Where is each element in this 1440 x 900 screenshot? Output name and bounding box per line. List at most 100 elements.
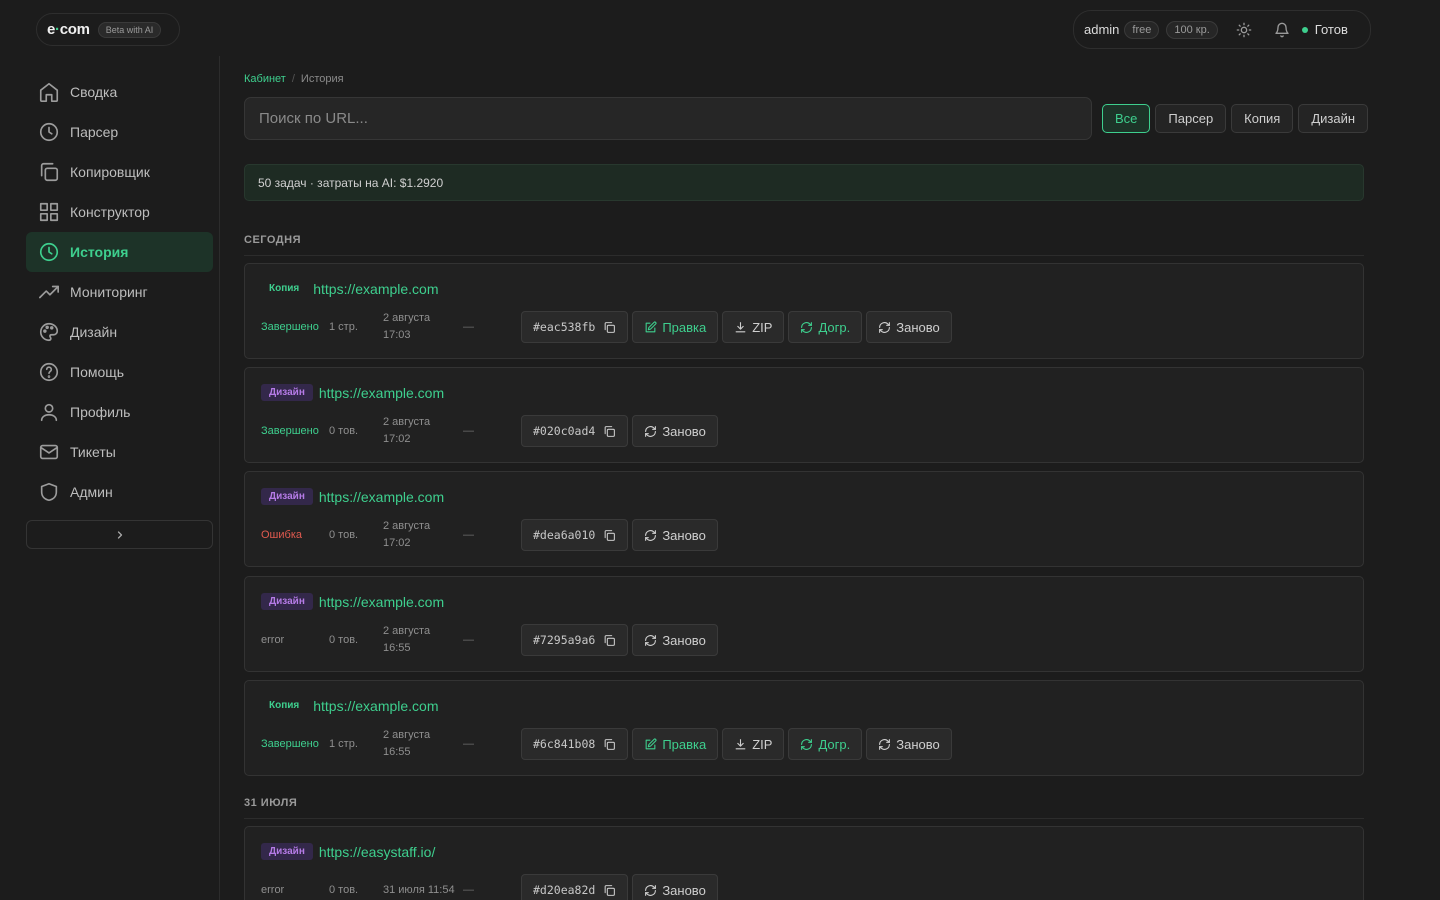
task-url-link[interactable]: https://easystaff.io/ — [319, 844, 435, 860]
sidebar-item-6[interactable]: Дизайн — [26, 312, 213, 352]
sidebar-item-8[interactable]: Профиль — [26, 392, 213, 432]
task-cost: — — [463, 529, 474, 541]
brand[interactable]: e·com Beta with AI — [36, 13, 180, 46]
grid-icon — [38, 201, 60, 223]
home-icon — [38, 81, 60, 103]
task-actions: #7295a9a6 Заново — [521, 624, 718, 656]
task-url-link[interactable]: https://example.com — [313, 698, 438, 714]
task-actions: #020c0ad4 Заново — [521, 415, 718, 447]
task-count: 0 тов. — [329, 529, 359, 541]
task-date: 2 августа — [383, 312, 431, 324]
download-icon — [734, 321, 747, 334]
zip-button[interactable]: ZIP — [722, 311, 785, 343]
sidebar-item-7[interactable]: Помощь — [26, 352, 213, 392]
retry-button[interactable]: Заново — [632, 415, 718, 447]
task-card: Дизайн https://example.com error 0 тов. … — [244, 576, 1364, 672]
retry-button[interactable]: Заново — [632, 624, 718, 656]
breadcrumb-separator: / — [291, 73, 295, 85]
task-datetime: 2 августа 17:03 — [383, 310, 463, 344]
sidebar-item-label: Копировщик — [70, 164, 150, 180]
summary-banner: 50 задач · затраты на AI: $1.2920 — [244, 164, 1364, 201]
plan-badge: free — [1124, 20, 1160, 39]
filter-button-3[interactable]: Дизайн — [1298, 104, 1369, 133]
task-url-link[interactable]: https://example.com — [319, 489, 444, 505]
task-hash: #eac538fb — [533, 320, 596, 334]
task-hash-button[interactable]: #dea6a010 — [521, 519, 629, 551]
search-input[interactable] — [244, 97, 1092, 140]
edit-button[interactable]: Правка — [632, 311, 719, 343]
task-url-link[interactable]: https://example.com — [319, 385, 444, 401]
sidebar-divider — [219, 56, 220, 900]
task-meta: Завершено 1 стр. 2 августа 17:03 — #eac53… — [261, 311, 952, 343]
retry-button[interactable]: Заново — [632, 874, 718, 900]
task-card: Дизайн https://example.com Ошибка 0 тов.… — [244, 471, 1364, 567]
task-type-badge: Дизайн — [261, 593, 313, 610]
copy-icon — [603, 884, 616, 897]
task-status: error — [261, 634, 285, 646]
beta-badge: Beta with AI — [97, 21, 162, 38]
copy-icon — [38, 161, 60, 183]
task-type-badge: Копия — [269, 700, 300, 711]
task-url-link[interactable]: https://example.com — [313, 281, 438, 297]
task-count: 1 стр. — [329, 738, 358, 750]
status-label: Готов — [1314, 22, 1348, 37]
breadcrumb-current: История — [300, 73, 344, 85]
sidebar-item-1[interactable]: Парсер — [26, 112, 213, 152]
task-meta: Ошибка 0 тов. 2 августа 17:02 — #dea6a010… — [261, 519, 718, 551]
sidebar-item-5[interactable]: Мониторинг — [26, 272, 213, 312]
task-cost: — — [463, 738, 474, 750]
task-datetime: 2 августа 17:02 — [383, 518, 463, 552]
edit-label: Правка — [662, 736, 707, 752]
edit-icon — [644, 320, 657, 334]
edit-button[interactable]: Правка — [632, 728, 719, 760]
task-hash-button[interactable]: #7295a9a6 — [521, 624, 629, 656]
user-icon — [38, 401, 60, 423]
task-header: Копия https://example.com — [261, 697, 439, 714]
task-hash-button[interactable]: #6c841b08 — [521, 728, 629, 760]
zip-button[interactable]: ZIP — [722, 728, 785, 760]
bell-icon[interactable] — [1274, 22, 1290, 38]
refresh-icon — [644, 634, 657, 647]
continue-button[interactable]: Догр. — [788, 728, 863, 760]
task-meta: Завершено 0 тов. 2 августа 17:02 — #020c0… — [261, 415, 718, 447]
breadcrumb-parent-link[interactable]: Кабинет — [244, 73, 286, 85]
copy-icon — [603, 738, 616, 751]
sidebar-item-4[interactable]: История — [26, 232, 213, 272]
continue-label: Догр. — [818, 319, 851, 335]
sidebar-item-9[interactable]: Тикеты — [26, 432, 213, 472]
continue-button[interactable]: Догр. — [788, 311, 863, 343]
sidebar-item-10[interactable]: Админ — [26, 472, 213, 512]
task-url-link[interactable]: https://example.com — [319, 594, 444, 610]
sidebar-item-label: Мониторинг — [70, 284, 148, 300]
task-cost: — — [463, 884, 474, 896]
filter-button-2[interactable]: Копия — [1231, 104, 1294, 133]
retry-button[interactable]: Заново — [866, 728, 952, 760]
filter-button-0[interactable]: Все — [1102, 104, 1151, 133]
task-actions: #eac538fb Правка ZIP Догр. Заново — [521, 311, 952, 343]
filter-button-1[interactable]: Парсер — [1155, 104, 1227, 133]
sidebar-item-3[interactable]: Конструктор — [26, 192, 213, 232]
task-cost: — — [463, 634, 474, 646]
task-date: 2 августа — [383, 729, 431, 741]
sidebar-item-label: Сводка — [70, 84, 118, 100]
sidebar-collapse-button[interactable] — [26, 520, 213, 549]
retry-button[interactable]: Заново — [866, 311, 952, 343]
task-hash-button[interactable]: #d20ea82d — [521, 874, 629, 900]
sidebar-item-2[interactable]: Копировщик — [26, 152, 213, 192]
user-name[interactable]: admin — [1084, 22, 1119, 37]
task-hash-button[interactable]: #eac538fb — [521, 311, 629, 343]
sidebar-item-0[interactable]: Сводка — [26, 72, 213, 112]
task-meta: error 0 тов. 2 августа 16:55 — #7295a9a6 З… — [261, 624, 718, 656]
retry-button[interactable]: Заново — [632, 519, 718, 551]
task-hash: #020c0ad4 — [533, 424, 596, 438]
section-title: 31 ИЮЛЯ — [244, 797, 298, 809]
history-icon — [38, 241, 60, 263]
theme-toggle-icon[interactable] — [1236, 22, 1252, 38]
sidebar-item-label: Профиль — [70, 404, 131, 420]
refresh-icon — [878, 321, 891, 334]
task-hash-button[interactable]: #020c0ad4 — [521, 415, 629, 447]
task-datetime: 31 июля 11:54 — [383, 882, 463, 899]
task-date: 2 августа — [383, 520, 431, 532]
task-date: 2 августа — [383, 625, 431, 637]
task-hash: #dea6a010 — [533, 528, 596, 542]
